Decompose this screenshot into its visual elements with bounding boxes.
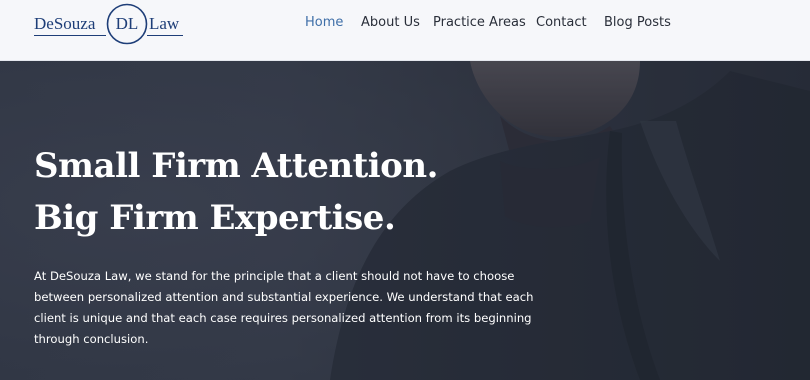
logo-text-left: DeSouza [34,14,96,33]
nav-home[interactable]: Home [305,14,343,32]
logo-underline-right [147,35,183,36]
logo-text-right: Law [149,14,180,33]
hero-section: Small Firm Attention. Big Firm Expertise… [0,61,810,380]
logo-monogram-icon: DL [106,3,148,45]
site-header: DeSouza DL Law Home About Us Practice Ar… [0,0,810,61]
nav-about-us[interactable]: About Us [361,14,420,32]
logo[interactable]: DeSouza DL Law [34,3,184,47]
hero-title: Small Firm Attention. Big Firm Expertise… [34,140,438,244]
hero-description: At DeSouza Law, we stand for the princip… [34,269,534,346]
hero-title-line-1: Small Firm Attention. [34,146,438,186]
nav-blog-posts[interactable]: Blog Posts [604,14,671,32]
logo-underline-left [34,35,106,36]
nav-contact[interactable]: Contact [536,14,587,32]
hero-title-line-2: Big Firm Expertise. [34,198,396,238]
logo-monogram-text: DL [116,14,139,33]
nav-practice-areas[interactable]: Practice Areas [433,14,526,32]
